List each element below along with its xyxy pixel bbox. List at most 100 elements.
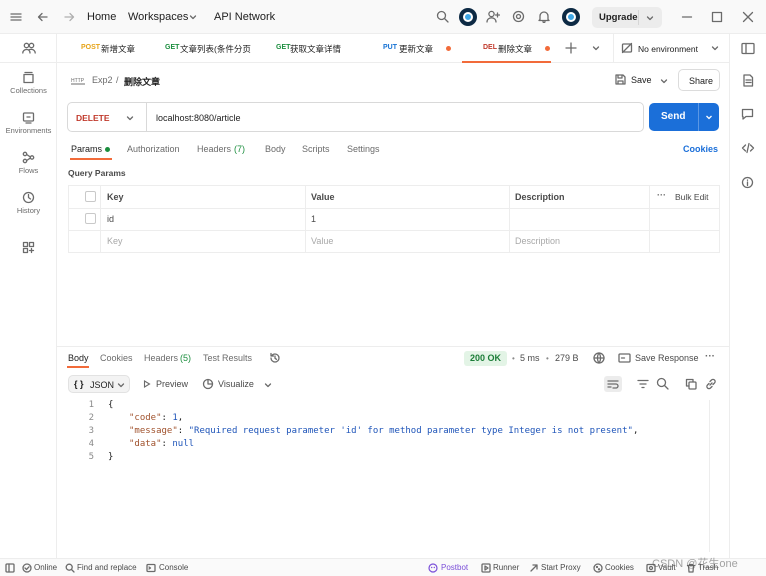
no-environment-icon (621, 42, 633, 54)
chevron-down-icon[interactable] (711, 44, 719, 52)
chevron-down-icon[interactable] (126, 114, 134, 122)
send-button[interactable]: Send (649, 103, 719, 131)
back-arrow-icon[interactable] (37, 11, 49, 23)
environment-selector[interactable]: No environment (638, 44, 698, 54)
info-icon[interactable] (741, 176, 754, 189)
cookies-link[interactable]: Cookies (683, 144, 718, 154)
save-icon[interactable] (615, 74, 626, 85)
tab-settings[interactable]: Settings (347, 144, 380, 154)
tab-get-article-list[interactable]: GET 文章列表(条件分页 (163, 34, 263, 63)
response-tab-test-results[interactable]: Test Results (203, 353, 252, 363)
code-snippet-icon[interactable] (741, 142, 755, 154)
documentation-icon[interactable] (742, 74, 754, 87)
chevron-down-icon[interactable] (646, 14, 654, 22)
wrap-lines-button[interactable] (604, 376, 622, 392)
method-select[interactable]: DELETE (76, 113, 110, 123)
share-button[interactable]: Share (678, 69, 720, 91)
row-checkbox[interactable] (85, 213, 96, 224)
invite-user-icon[interactable] (486, 10, 500, 23)
online-status[interactable]: Online (34, 563, 57, 572)
param-key-cell[interactable]: id (107, 214, 114, 224)
more-options-icon[interactable]: ··· (657, 190, 666, 200)
filter-icon[interactable] (637, 378, 649, 390)
team-avatar-icon[interactable] (459, 8, 477, 26)
user-avatar-icon[interactable] (562, 8, 580, 26)
save-button[interactable]: Save (631, 75, 652, 85)
scrollbar-track[interactable] (709, 400, 710, 552)
sidebar-item-collections[interactable]: Collections (0, 71, 57, 95)
response-body-viewer[interactable]: 1 2 3 4 5 { "code": 1, "message": "Requi… (68, 397, 720, 547)
tab-put-update-article[interactable]: PUT 更新文章 (377, 34, 457, 63)
start-proxy-button[interactable]: Start Proxy (541, 563, 581, 572)
url-input[interactable]: localhost:8080/article (156, 113, 241, 123)
page-title[interactable]: 删除文章 (124, 75, 160, 88)
proxy-icon (530, 564, 538, 572)
bulk-edit-button[interactable]: Bulk Edit (675, 192, 709, 202)
menu-icon[interactable] (10, 11, 22, 23)
tab-body[interactable]: Body (265, 144, 286, 154)
maximize-icon[interactable] (711, 11, 723, 23)
status-badge[interactable]: 200 OK (464, 351, 507, 366)
preview-button[interactable]: Preview (156, 379, 188, 389)
runner-button[interactable]: Runner (493, 563, 519, 572)
json-braces-icon: { } (74, 379, 84, 389)
send-options-chevron-icon[interactable] (705, 113, 713, 121)
tab-scripts[interactable]: Scripts (302, 144, 330, 154)
json-value: null (172, 439, 195, 449)
network-globe-icon[interactable] (593, 352, 605, 364)
select-all-checkbox[interactable] (85, 191, 96, 202)
unsaved-dot (545, 46, 550, 51)
sidebar-item-history[interactable]: History (0, 191, 57, 215)
breadcrumb-parent[interactable]: Exp2 (92, 75, 113, 85)
search-icon[interactable] (656, 377, 669, 390)
response-divider[interactable] (57, 346, 729, 347)
param-value-cell[interactable]: 1 (311, 214, 316, 224)
copy-icon[interactable] (685, 378, 697, 390)
tab-get-article-detail[interactable]: GET 获取文章详情 (273, 34, 373, 63)
new-key-input[interactable]: Key (107, 236, 123, 246)
comments-icon[interactable] (741, 108, 754, 120)
tab-headers[interactable]: Headers (197, 144, 231, 154)
forward-arrow-icon[interactable] (63, 11, 75, 23)
notification-bell-icon[interactable] (538, 10, 550, 23)
sidebar-toggle-icon[interactable] (741, 42, 755, 55)
tabs-overflow-chevron-icon[interactable] (592, 44, 600, 52)
save-response-button[interactable]: Save Response (635, 353, 699, 363)
close-icon[interactable] (742, 11, 754, 23)
workspaces-menu[interactable]: Workspaces (128, 11, 188, 23)
more-options-icon[interactable]: ··· (705, 351, 715, 362)
format-select[interactable]: { } JSON (68, 375, 130, 393)
tab-params[interactable]: Params (71, 144, 102, 154)
tab-del-delete-article[interactable]: DEL 删除文章 (462, 34, 551, 63)
response-time[interactable]: 5 ms (520, 353, 540, 363)
settings-gear-icon[interactable] (512, 10, 525, 23)
response-size[interactable]: 279 B (555, 353, 579, 363)
search-icon[interactable] (436, 10, 449, 23)
api-network-link[interactable]: API Network (214, 11, 275, 23)
configure-sidebar-icon[interactable] (22, 241, 35, 254)
upgrade-button[interactable]: Upgrade (592, 7, 662, 28)
new-value-input[interactable]: Value (311, 236, 333, 246)
response-tab-cookies[interactable]: Cookies (100, 353, 133, 363)
link-icon[interactable] (705, 378, 717, 390)
tab-authorization[interactable]: Authorization (127, 144, 180, 154)
response-history-icon[interactable] (269, 352, 281, 364)
sidebar-item-flows[interactable]: Flows (0, 151, 57, 175)
new-description-input[interactable]: Description (515, 236, 560, 246)
postbot-button[interactable]: Postbot (441, 563, 468, 572)
sidebar-item-environments[interactable]: Environments (0, 111, 57, 135)
home-link[interactable]: Home (87, 11, 116, 23)
tab-post-create-article[interactable]: POST 新增文章 (73, 34, 163, 63)
new-tab-plus-icon[interactable] (565, 42, 577, 54)
cookies-button[interactable]: Cookies (605, 563, 634, 572)
visualize-button[interactable]: Visualize (218, 379, 254, 389)
find-replace-button[interactable]: Find and replace (77, 563, 137, 572)
response-tab-headers[interactable]: Headers (144, 353, 178, 363)
save-options-chevron-icon[interactable] (660, 77, 668, 85)
layout-toggle-icon[interactable] (5, 563, 15, 573)
response-tab-body[interactable]: Body (68, 353, 89, 363)
console-button[interactable]: Console (159, 563, 188, 572)
minimize-icon[interactable] (681, 11, 693, 23)
workspace-people-icon[interactable] (22, 42, 36, 54)
chevron-down-icon[interactable] (264, 381, 272, 389)
